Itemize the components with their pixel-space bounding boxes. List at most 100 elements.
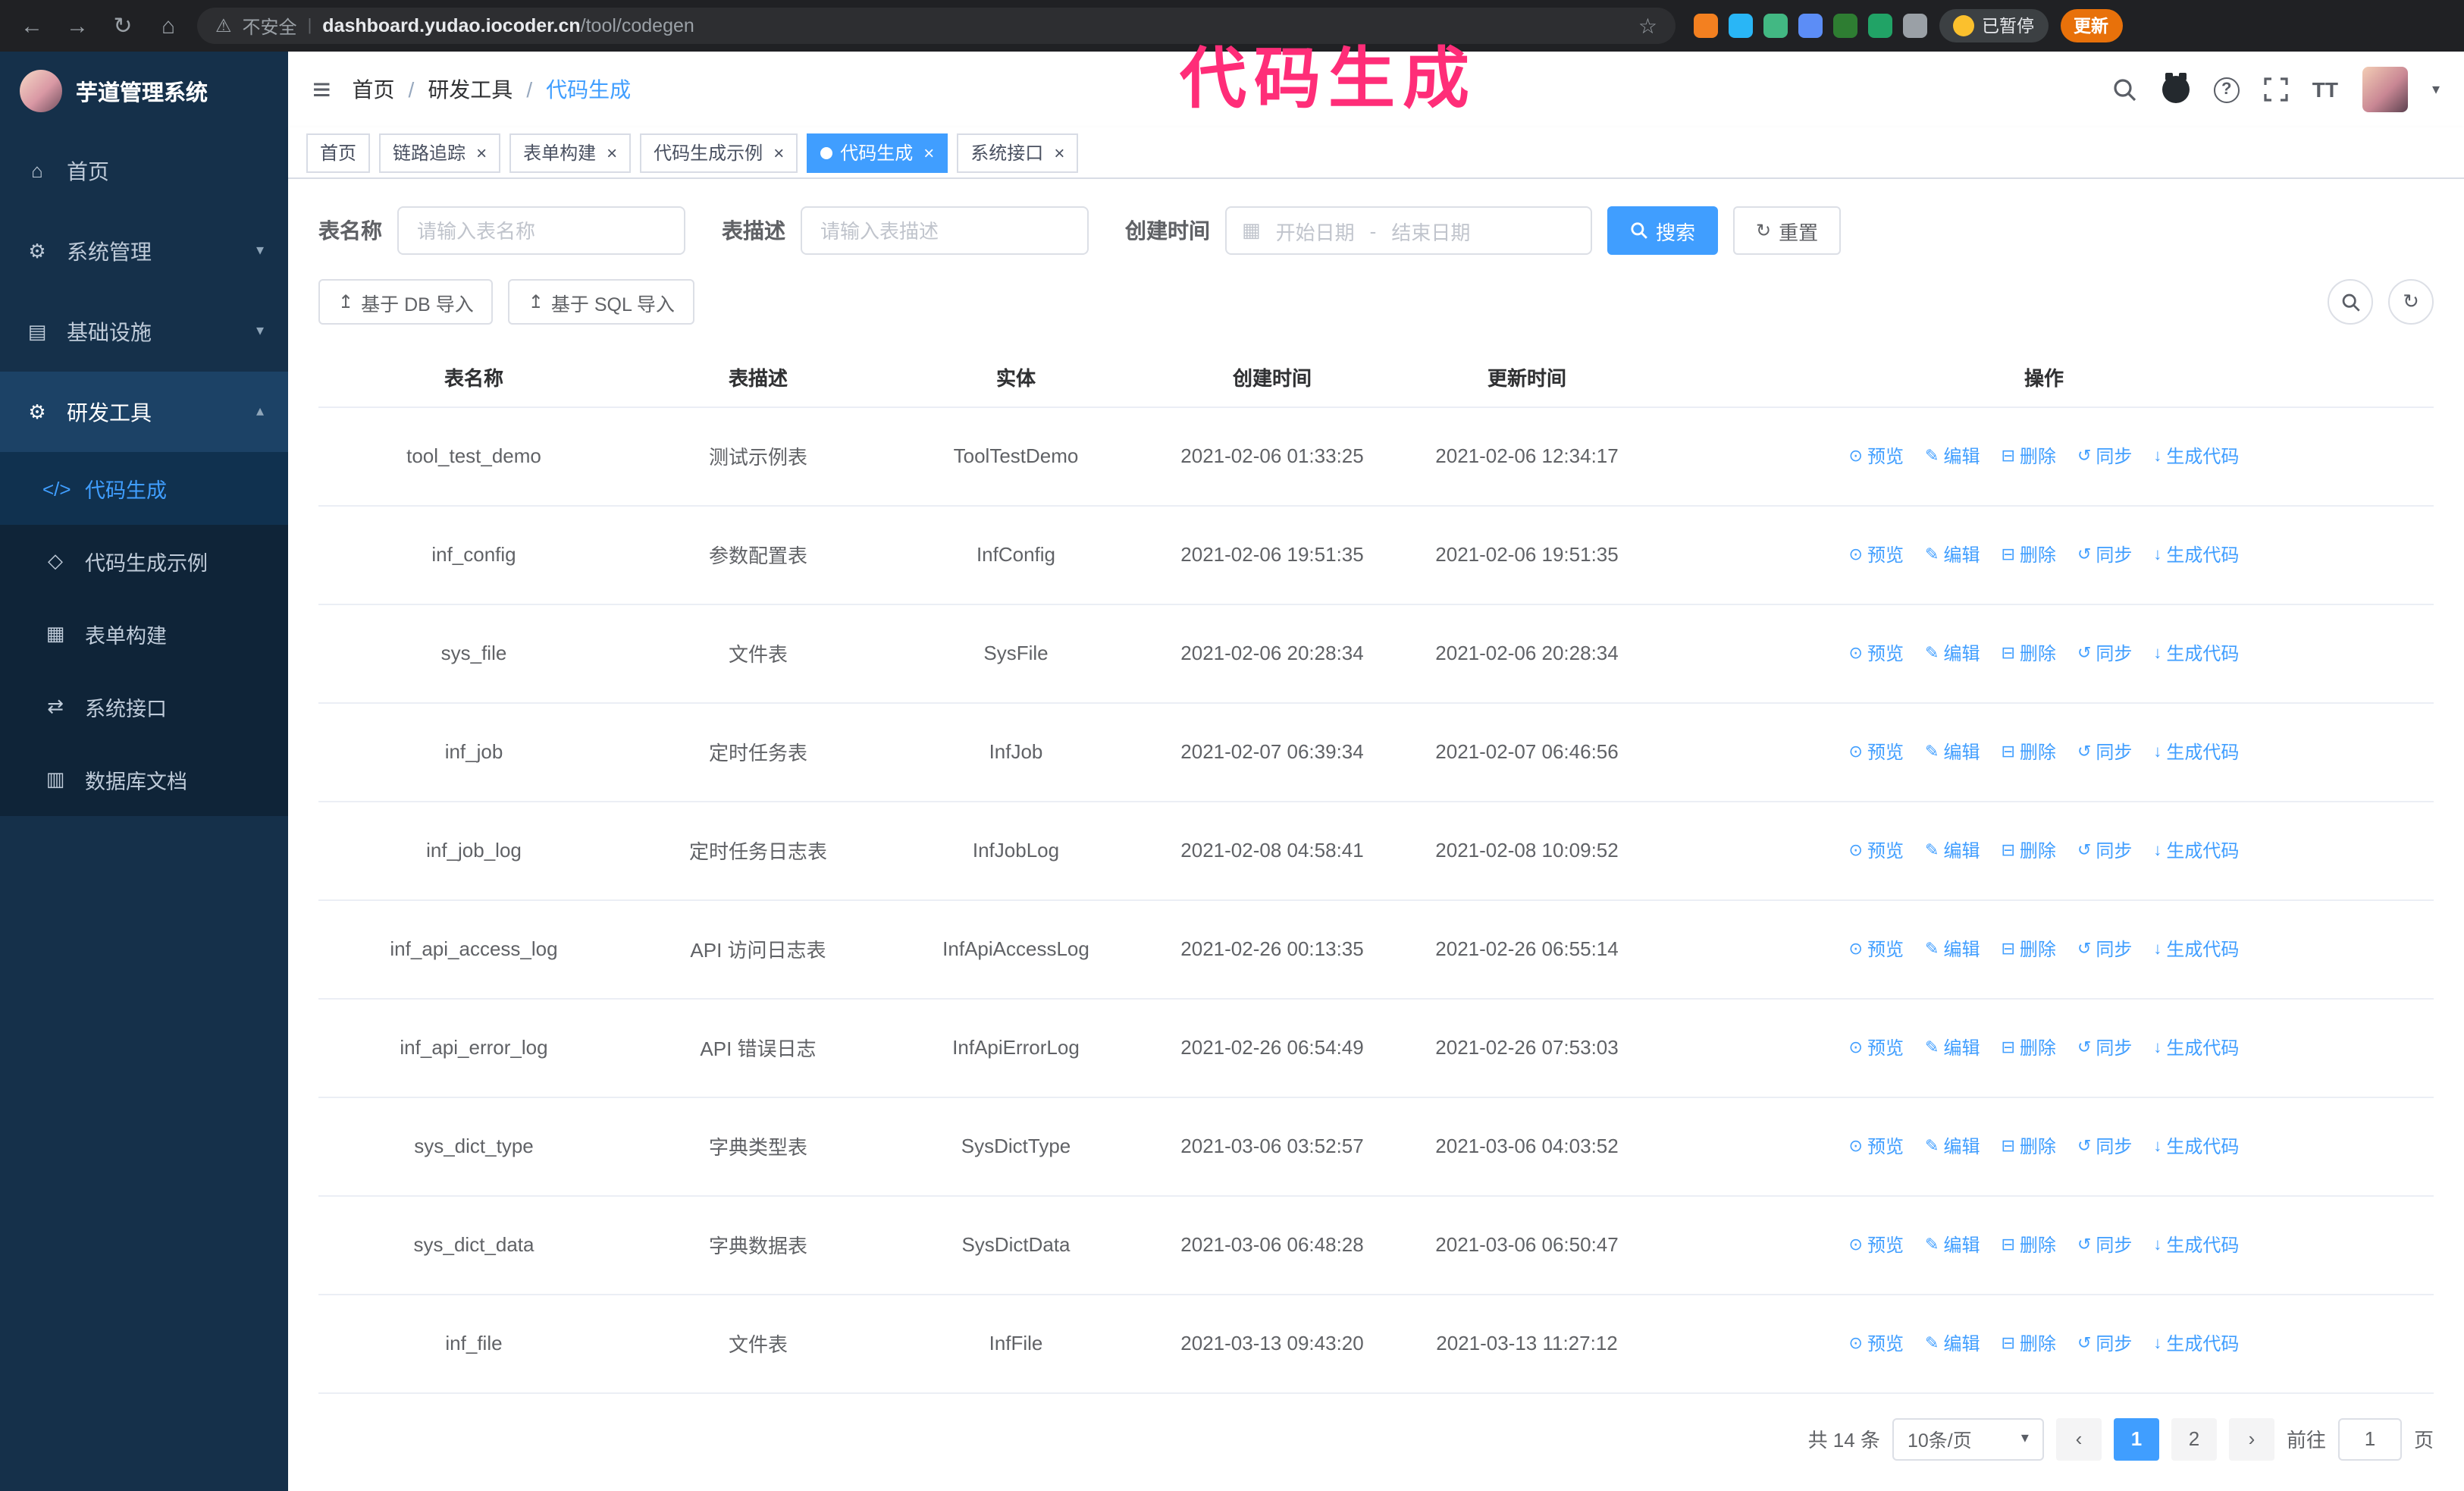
delete-link[interactable]: ⊟ 删除 (2001, 936, 2055, 962)
page-button-2[interactable]: 2 (2171, 1417, 2217, 1460)
tab-form-builder[interactable]: 表单构建 × (509, 133, 632, 172)
edit-link[interactable]: ✎ 编辑 (1925, 443, 1980, 469)
user-avatar[interactable] (2362, 67, 2408, 112)
delete-link[interactable]: ⊟ 删除 (2001, 1232, 2055, 1257)
close-tab-icon[interactable]: × (607, 142, 617, 163)
sync-link[interactable]: ↺ 同步 (2077, 739, 2132, 764)
preview-link[interactable]: ⊙ 预览 (1849, 739, 1904, 764)
sidebar-item-system-mgmt[interactable]: ⚙ 系统管理 ▾ (0, 211, 288, 291)
sidebar-item-dev-tools[interactable]: ⚙ 研发工具 ▴ (0, 372, 288, 452)
delete-link[interactable]: ⊟ 删除 (2001, 640, 2055, 666)
profile-paused-badge[interactable]: 已暂停 (1939, 9, 2048, 42)
generate-code-link[interactable]: ↓ 生成代码 (2153, 444, 2239, 469)
delete-link[interactable]: ⊟ 删除 (2001, 443, 2055, 469)
sidebar-subitem-codegen[interactable]: </> 代码生成 (0, 452, 288, 525)
edit-link[interactable]: ✎ 编辑 (1925, 541, 1980, 567)
sidebar-item-home[interactable]: ⌂ 首页 (0, 130, 288, 211)
sync-link[interactable]: ↺ 同步 (2077, 936, 2132, 962)
reset-button[interactable]: ↻ 重置 (1733, 206, 1842, 255)
edit-link[interactable]: ✎ 编辑 (1925, 640, 1980, 666)
preview-link[interactable]: ⊙ 预览 (1849, 1232, 1904, 1257)
edit-link[interactable]: ✎ 编辑 (1925, 1330, 1980, 1356)
preview-link[interactable]: ⊙ 预览 (1849, 1330, 1904, 1356)
close-tab-icon[interactable]: × (1054, 142, 1064, 163)
extensions-puzzle-icon[interactable] (1903, 14, 1927, 38)
extension-leaf-icon[interactable] (1868, 14, 1892, 38)
avatar-caret-icon[interactable]: ▾ (2432, 81, 2440, 98)
generate-code-link[interactable]: ↓ 生成代码 (2153, 838, 2239, 864)
delete-link[interactable]: ⊟ 删除 (2001, 1034, 2055, 1060)
sync-link[interactable]: ↺ 同步 (2077, 640, 2132, 666)
import-sql-button[interactable]: ↥ 基于 SQL 导入 (508, 279, 694, 325)
preview-link[interactable]: ⊙ 预览 (1849, 1133, 1904, 1159)
font-size-icon[interactable]: ТT (2312, 77, 2338, 102)
delete-link[interactable]: ⊟ 删除 (2001, 541, 2055, 567)
extension-orange-icon[interactable] (1694, 14, 1718, 38)
edit-link[interactable]: ✎ 编辑 (1925, 1133, 1980, 1159)
refresh-table-button[interactable]: ↻ (2388, 279, 2434, 325)
tab-system-api[interactable]: 系统接口 × (957, 133, 1079, 172)
breadcrumb-home[interactable]: 首页 (353, 74, 395, 105)
tab-home[interactable]: 首页 (306, 133, 371, 172)
edit-link[interactable]: ✎ 编辑 (1925, 1034, 1980, 1060)
hamburger-icon[interactable]: ≡ (312, 74, 331, 105)
tab-tracer[interactable]: 链路追踪 × (379, 133, 501, 172)
generate-code-link[interactable]: ↓ 生成代码 (2153, 542, 2239, 568)
extension-people-icon[interactable] (1798, 14, 1823, 38)
extension-screen-icon[interactable] (1833, 14, 1857, 38)
delete-link[interactable]: ⊟ 删除 (2001, 739, 2055, 764)
delete-link[interactable]: ⊟ 删除 (2001, 1330, 2055, 1356)
reload-icon[interactable]: ↻ (106, 12, 140, 39)
search-button[interactable]: 搜索 (1607, 206, 1719, 255)
chrome-update-button[interactable]: 更新 (2060, 9, 2122, 42)
generate-code-link[interactable]: ↓ 生成代码 (2153, 641, 2239, 667)
sync-link[interactable]: ↺ 同步 (2077, 1330, 2132, 1356)
generate-code-link[interactable]: ↓ 生成代码 (2153, 1035, 2239, 1061)
address-bar[interactable]: ⚠ 不安全 | dashboard.yudao.iocoder.cn/tool/… (197, 8, 1676, 44)
back-icon[interactable]: ← (15, 13, 49, 39)
edit-link[interactable]: ✎ 编辑 (1925, 837, 1980, 863)
table-desc-input[interactable] (801, 206, 1089, 255)
sidebar-subitem-db-doc[interactable]: ▥ 数据库文档 (0, 743, 288, 816)
sync-link[interactable]: ↺ 同步 (2077, 443, 2132, 469)
sync-link[interactable]: ↺ 同步 (2077, 1232, 2132, 1257)
preview-link[interactable]: ⊙ 预览 (1849, 443, 1904, 469)
sync-link[interactable]: ↺ 同步 (2077, 1034, 2132, 1060)
home-icon[interactable]: ⌂ (152, 13, 185, 39)
close-tab-icon[interactable]: × (476, 142, 487, 163)
generate-code-link[interactable]: ↓ 生成代码 (2153, 1232, 2239, 1258)
generate-code-link[interactable]: ↓ 生成代码 (2153, 1331, 2239, 1357)
generate-code-link[interactable]: ↓ 生成代码 (2153, 937, 2239, 962)
bookmark-star-icon[interactable]: ☆ (1638, 13, 1657, 39)
sidebar-item-infrastructure[interactable]: ▤ 基础设施 ▾ (0, 291, 288, 372)
close-tab-icon[interactable]: × (923, 142, 934, 163)
sync-link[interactable]: ↺ 同步 (2077, 541, 2132, 567)
delete-link[interactable]: ⊟ 删除 (2001, 1133, 2055, 1159)
sidebar-subitem-form-builder[interactable]: ▦ 表单构建 (0, 598, 288, 670)
table-name-input[interactable] (397, 206, 685, 255)
prev-page-button[interactable]: ‹ (2055, 1417, 2102, 1460)
search-icon[interactable] (2112, 77, 2138, 102)
sync-link[interactable]: ↺ 同步 (2077, 837, 2132, 863)
preview-link[interactable]: ⊙ 预览 (1849, 1034, 1904, 1060)
delete-link[interactable]: ⊟ 删除 (2001, 837, 2055, 863)
sync-link[interactable]: ↺ 同步 (2077, 1133, 2132, 1159)
edit-link[interactable]: ✎ 编辑 (1925, 936, 1980, 962)
tab-codegen-example[interactable]: 代码生成示例 × (640, 133, 798, 172)
github-icon[interactable] (2161, 73, 2190, 103)
sidebar-subitem-system-api[interactable]: ⇄ 系统接口 (0, 670, 288, 743)
sidebar-subitem-codegen-example[interactable]: ◇ 代码生成示例 (0, 525, 288, 598)
fullscreen-icon[interactable] (2264, 77, 2288, 102)
generate-code-link[interactable]: ↓ 生成代码 (2153, 739, 2239, 765)
vue-devtools-icon[interactable] (1763, 14, 1788, 38)
edit-link[interactable]: ✎ 编辑 (1925, 1232, 1980, 1257)
preview-link[interactable]: ⊙ 预览 (1849, 541, 1904, 567)
preview-link[interactable]: ⊙ 预览 (1849, 640, 1904, 666)
toggle-search-button[interactable] (2328, 279, 2373, 325)
close-tab-icon[interactable]: × (773, 142, 784, 163)
goto-page-input[interactable] (2337, 1417, 2402, 1460)
date-range-picker[interactable]: ▦ 开始日期 - 结束日期 (1225, 206, 1592, 255)
forward-icon[interactable]: → (61, 13, 94, 39)
next-page-button[interactable]: › (2228, 1417, 2274, 1460)
preview-link[interactable]: ⊙ 预览 (1849, 936, 1904, 962)
